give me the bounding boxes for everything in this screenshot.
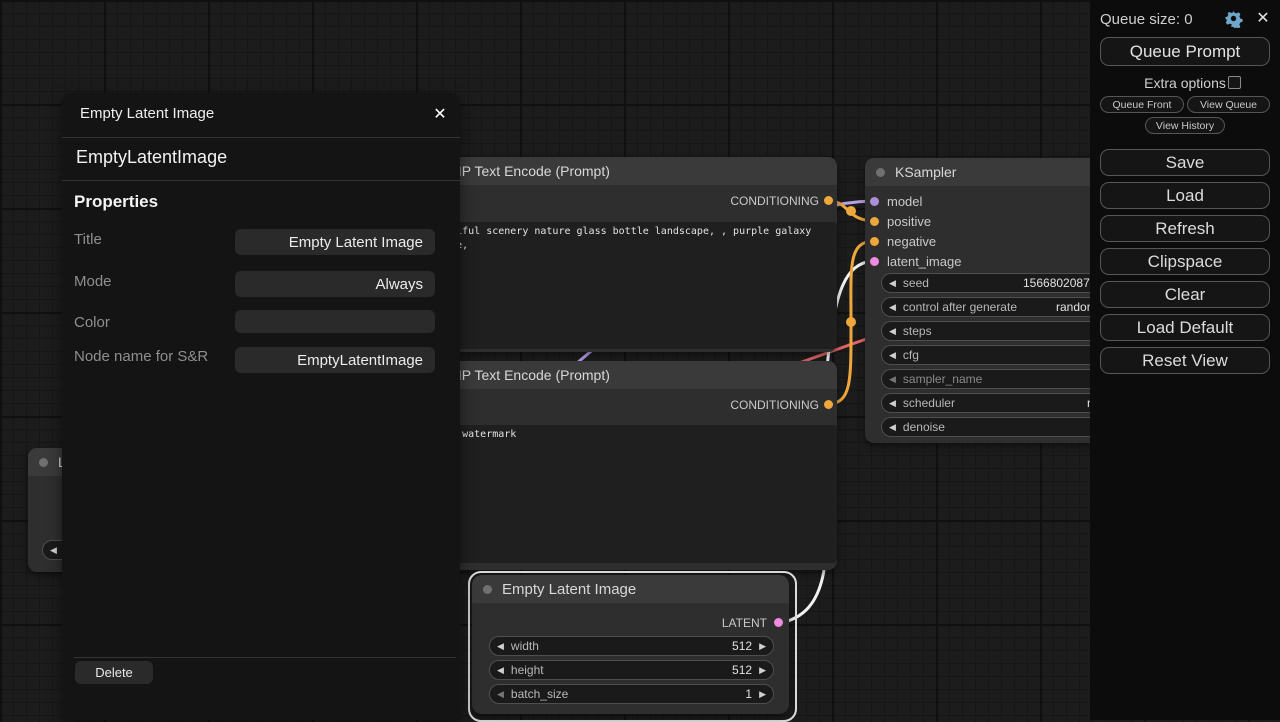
color-field[interactable]: [235, 310, 435, 333]
collapse-dot-icon[interactable]: [483, 585, 492, 594]
arrow-left-icon[interactable]: ◀: [889, 302, 896, 313]
widget-name: steps: [903, 324, 932, 338]
collapse-dot-icon[interactable]: [876, 168, 885, 177]
view-history-button[interactable]: View History: [1145, 117, 1225, 134]
close-icon[interactable]: ✕: [428, 102, 452, 126]
link-dot: [846, 206, 856, 216]
field-label-title: Title: [74, 231, 102, 248]
arrow-left-icon[interactable]: ◀: [889, 374, 896, 385]
node-title: CLIP Text Encode (Prompt): [440, 367, 610, 383]
arrow-left-icon[interactable]: ◀: [889, 422, 896, 433]
settings-gear-icon[interactable]: [1224, 9, 1243, 28]
properties-heading: Properties: [74, 192, 158, 212]
widget-name: scheduler: [903, 396, 955, 410]
arrow-left-icon[interactable]: ◀: [497, 665, 504, 676]
widget-name: denoise: [903, 420, 945, 434]
field-label-mode: Mode: [74, 273, 112, 290]
widget-name: height: [511, 663, 544, 677]
widget-name: cfg: [903, 348, 919, 362]
node-type-name: EmptyLatentImage: [76, 147, 227, 168]
node-title: Empty Latent Image: [502, 581, 636, 598]
widget-value: 1: [745, 687, 752, 701]
arrow-left-icon[interactable]: ◀: [889, 326, 896, 337]
negative-input-port[interactable]: [870, 237, 879, 246]
reset-view-button[interactable]: Reset View: [1100, 347, 1270, 374]
refresh-button[interactable]: Refresh: [1100, 215, 1270, 242]
divider: [62, 180, 460, 181]
view-queue-button[interactable]: View Queue: [1187, 96, 1270, 113]
latent-output-port[interactable]: [774, 618, 783, 627]
load-button[interactable]: Load: [1100, 182, 1270, 209]
clear-button[interactable]: Clear: [1100, 281, 1270, 308]
output-label: LATENT: [722, 616, 767, 630]
field-label-color: Color: [74, 314, 110, 331]
widget-width[interactable]: ◀ width 512 ▶: [489, 636, 774, 656]
node-header[interactable]: Empty Latent Image: [472, 575, 789, 603]
widget-value: 512: [732, 663, 752, 677]
arrow-right-icon[interactable]: ▶: [759, 665, 766, 676]
prompt-textarea[interactable]: beautiful scenery nature glass bottle la…: [420, 222, 837, 349]
arrow-right-icon[interactable]: ▶: [759, 689, 766, 700]
close-icon[interactable]: ✕: [1253, 8, 1273, 28]
arrow-left-icon[interactable]: ◀: [50, 545, 57, 556]
title-field[interactable]: Empty Latent Image: [235, 229, 435, 255]
input-label: negative: [887, 234, 936, 249]
node-header[interactable]: CLIP Text Encode (Prompt): [410, 157, 837, 185]
arrow-left-icon[interactable]: ◀: [889, 398, 896, 409]
save-button[interactable]: Save: [1100, 149, 1270, 176]
node-name-field[interactable]: EmptyLatentImage: [235, 347, 435, 373]
arrow-right-icon[interactable]: ▶: [759, 641, 766, 652]
positive-input-port[interactable]: [870, 217, 879, 226]
widget-name: seed: [903, 276, 929, 290]
collapse-dot-icon[interactable]: [39, 458, 48, 467]
queue-prompt-button[interactable]: Queue Prompt: [1100, 37, 1270, 66]
node-title: CLIP Text Encode (Prompt): [440, 163, 610, 179]
mode-field[interactable]: Always: [235, 271, 435, 297]
model-input-port[interactable]: [870, 197, 879, 206]
extra-options-checkbox[interactable]: [1228, 76, 1241, 89]
node-clip-text-encode-positive[interactable]: CLIP Text Encode (Prompt) CONDITIONING b…: [410, 157, 837, 352]
arrow-left-icon[interactable]: ◀: [889, 278, 896, 289]
widget-name: width: [511, 639, 539, 653]
dialog-title: Empty Latent Image: [80, 105, 214, 122]
comfy-menu-panel: Queue size: 0 ✕ Queue Prompt Extra optio…: [1090, 0, 1280, 720]
conditioning-output-port[interactable]: [824, 196, 833, 205]
arrow-left-icon[interactable]: ◀: [497, 689, 504, 700]
load-default-button[interactable]: Load Default: [1100, 314, 1270, 341]
output-label: CONDITIONING: [730, 398, 819, 412]
queue-size-label: Queue size: 0: [1100, 11, 1193, 28]
clipspace-button[interactable]: Clipspace: [1100, 248, 1270, 275]
divider: [62, 137, 460, 138]
output-label: CONDITIONING: [730, 194, 819, 208]
widget-value: 15668020871: [1023, 276, 1096, 290]
node-properties-dialog: Empty Latent Image ✕ EmptyLatentImage Pr…: [62, 93, 460, 720]
prompt-textarea[interactable]: text, watermark: [420, 425, 837, 563]
widget-batch-size[interactable]: ◀ batch_size 1 ▶: [489, 684, 774, 704]
queue-front-button[interactable]: Queue Front: [1100, 96, 1184, 113]
extra-options-label: Extra options: [1090, 75, 1280, 91]
node-header[interactable]: CLIP Text Encode (Prompt): [410, 361, 837, 389]
latent-image-input-port[interactable]: [870, 257, 879, 266]
delete-button[interactable]: Delete: [75, 661, 153, 684]
field-label-node-name: Node name for S&R: [74, 348, 208, 365]
arrow-left-icon[interactable]: ◀: [889, 350, 896, 361]
arrow-left-icon[interactable]: ◀: [497, 641, 504, 652]
node-empty-latent-image[interactable]: Empty Latent Image LATENT ◀ width 512 ▶ …: [472, 575, 789, 714]
node-title: KSampler: [895, 164, 956, 180]
input-label: model: [887, 194, 922, 209]
input-label: latent_image: [887, 254, 961, 269]
widget-name: control after generate: [903, 300, 1017, 314]
widget-height[interactable]: ◀ height 512 ▶: [489, 660, 774, 680]
widget-value: 512: [732, 639, 752, 653]
widget-name: batch_size: [511, 687, 568, 701]
widget-name: sampler_name: [903, 372, 982, 386]
node-clip-text-encode-negative[interactable]: CLIP Text Encode (Prompt) CONDITIONING t…: [410, 361, 837, 570]
input-label: positive: [887, 214, 931, 229]
link-dot: [846, 317, 856, 327]
conditioning-output-port[interactable]: [824, 400, 833, 409]
divider: [74, 657, 456, 658]
